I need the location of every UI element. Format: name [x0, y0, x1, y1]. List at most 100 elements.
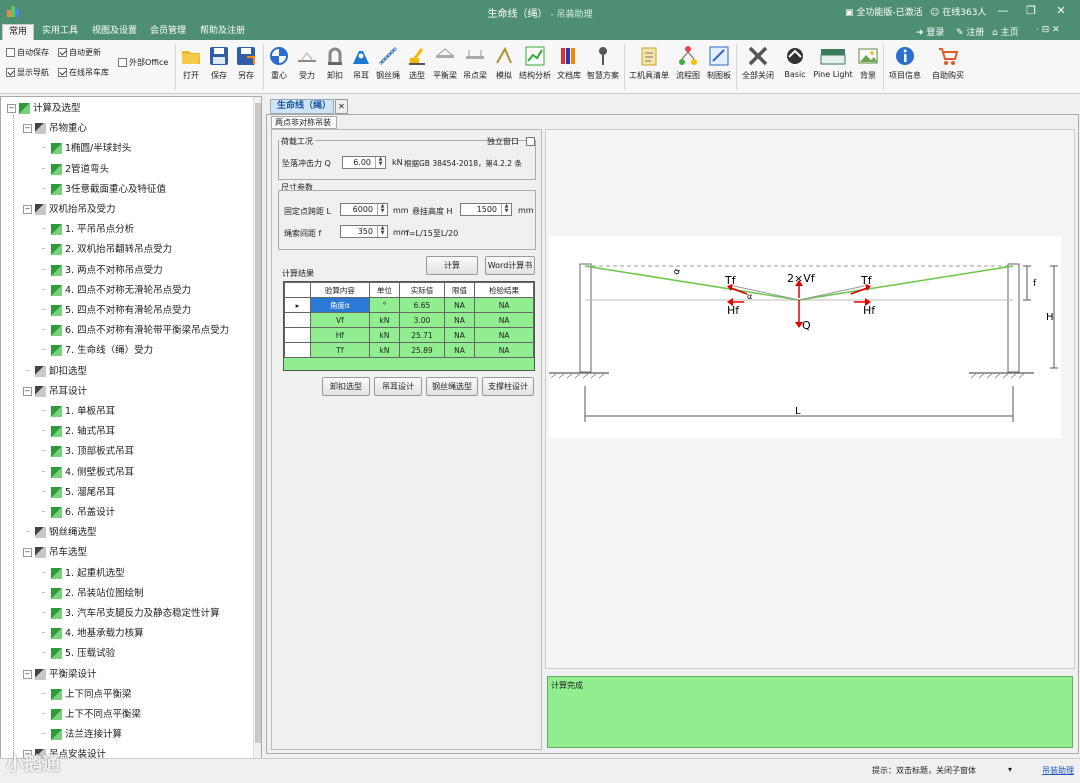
tree-item[interactable]: ╶ 2管道弯头 — [39, 162, 109, 178]
shackle-select-button[interactable]: 卸扣选型 — [322, 377, 370, 396]
table-cell[interactable]: 6.65 — [399, 297, 445, 313]
calculate-button[interactable]: 计算 — [426, 256, 478, 275]
tree-item[interactable]: ╶ 2. 双机抬吊翻转吊点受力 — [39, 242, 172, 258]
table-cell[interactable]: 25.89 — [399, 342, 445, 358]
tab-lifeline[interactable]: 生命线（绳） — [270, 99, 334, 114]
checkbox-box[interactable] — [118, 58, 127, 67]
table-row[interactable]: Hf kN 25.71 NA NA — [284, 327, 534, 343]
force-button[interactable]: 受力 — [294, 43, 320, 91]
login-link[interactable]: ➜ 登录 — [916, 25, 944, 38]
independent-window-checkbox[interactable] — [526, 137, 535, 146]
lug-design-button[interactable]: 吊耳设计 — [374, 377, 422, 396]
row-header[interactable] — [284, 312, 311, 328]
table-cell[interactable]: ° — [368, 297, 401, 313]
tree-item[interactable]: ╶ 法兰连接计算 — [39, 727, 122, 743]
f-input[interactable]: 350 ▲ ▼ — [340, 225, 388, 238]
autoupdate-checkbox[interactable]: 自动更新 — [58, 47, 101, 58]
external-office-checkbox[interactable]: 外部Office — [118, 57, 168, 68]
spreader-beam-button[interactable]: 平衡梁 — [431, 43, 459, 91]
ribbon-controls[interactable]: · ⊟ ✕ — [1036, 25, 1060, 35]
tree-item[interactable]: ╶ 7. 生命线（绳）受力 — [39, 343, 153, 359]
basic-theme-button[interactable]: Basic — [779, 43, 811, 91]
rope-select-button[interactable]: 钢丝绳选型 — [426, 377, 478, 396]
tree-category[interactable]: − 平衡梁设计 — [23, 667, 97, 683]
close-all-button[interactable]: 全部关闭 — [739, 43, 777, 91]
row-header[interactable] — [284, 327, 311, 343]
app-link[interactable]: 吊装助理 — [1042, 765, 1074, 776]
drawing-board-button[interactable]: 制图板 — [704, 43, 734, 91]
tree-item[interactable]: ╶ 5. 四点不对称有滑轮吊点受力 — [39, 303, 191, 319]
close-tab-icon[interactable]: ✕ — [335, 99, 348, 114]
tree-category[interactable]: ╶ 钢丝绳选型 — [23, 525, 97, 541]
spinner-icon[interactable]: ▲ ▼ — [377, 204, 387, 215]
table-cell[interactable]: NA — [474, 327, 534, 343]
shackle-button[interactable]: 卸扣 — [322, 43, 348, 91]
table-cell[interactable]: 25.71 — [399, 327, 445, 343]
scrollbar-thumb[interactable] — [255, 103, 261, 743]
checkbox-box[interactable] — [58, 48, 67, 57]
simulate-button[interactable]: 模拟 — [491, 43, 517, 91]
tree-category[interactable]: − 吊车选型 — [23, 545, 87, 561]
doc-library-button[interactable]: 文档库 — [554, 43, 584, 91]
tree-item[interactable]: ╶ 3任意截面重心及特征值 — [39, 182, 166, 198]
table-cell[interactable]: NA — [474, 312, 534, 328]
tree-category[interactable]: − 吊耳设计 — [23, 384, 87, 400]
collapse-toggle-icon[interactable]: − — [23, 548, 32, 558]
collapse-toggle-icon[interactable]: − — [23, 124, 32, 134]
table-cell[interactable]: 角度α — [310, 297, 370, 313]
flowchart-button[interactable]: 流程图 — [673, 43, 703, 91]
tree-category[interactable]: ╶ 卸扣选型 — [23, 364, 87, 380]
menu-common[interactable]: 常用 — [2, 24, 35, 40]
col-header[interactable]: 实际值 — [399, 282, 445, 298]
spinner-icon[interactable]: ▲ ▼ — [375, 157, 385, 168]
checkbox-box[interactable] — [6, 48, 15, 57]
table-cell[interactable]: Tf — [310, 342, 370, 358]
lug-button[interactable]: 吊耳 — [348, 43, 374, 91]
minimize-button[interactable]: — — [990, 2, 1016, 20]
tree-item[interactable]: ╶ 1. 平吊吊点分析 — [39, 222, 134, 238]
table-cell[interactable]: Hf — [310, 327, 370, 343]
tree-item[interactable]: ╶ 4. 侧壁板式吊耳 — [39, 465, 134, 481]
tree-item[interactable]: ╶ 1. 单板吊耳 — [39, 404, 115, 420]
row-header[interactable] — [284, 342, 311, 358]
column-design-button[interactable]: 支撑柱设计 — [482, 377, 534, 396]
table-cell[interactable]: NA — [443, 327, 476, 343]
pine-light-theme-button[interactable]: Pine Light — [812, 43, 854, 91]
table-cell[interactable]: NA — [474, 342, 534, 358]
table-cell[interactable]: kN — [368, 327, 401, 343]
tree-category[interactable]: − 吊物重心 — [23, 121, 87, 137]
collapse-toggle-icon[interactable]: − — [23, 205, 32, 214]
table-cell[interactable]: kN — [368, 342, 401, 358]
autosave-checkbox[interactable]: 自动保存 — [6, 47, 49, 58]
l-input[interactable]: 6000 ▲ ▼ — [340, 203, 388, 216]
table-cell[interactable]: 3.00 — [399, 312, 445, 328]
lifting-beam-button[interactable]: 吊点梁 — [461, 43, 489, 91]
collapse-toggle-icon[interactable]: − — [23, 669, 32, 679]
tree-item[interactable]: ╶ 6. 吊盖设计 — [39, 505, 115, 521]
table-row[interactable]: ▸ 角度α ° 6.65 NA NA — [284, 297, 534, 313]
results-table[interactable]: 验算内容 单位 实际值 限值 检验结果 ▸ 角度α ° 6.65 NA NA Vf kN 3… — [283, 281, 535, 371]
menu-tools[interactable]: 实用工具 — [36, 24, 84, 40]
col-header[interactable]: 验算内容 — [310, 282, 370, 298]
col-header[interactable]: 单位 — [368, 282, 401, 298]
register-link[interactable]: ✎ 注册 — [956, 25, 984, 38]
tree-item[interactable]: ╶ 6. 四点不对称有滑轮带平衡梁吊点受力 — [39, 323, 229, 339]
menu-help[interactable]: 帮助及注册 — [194, 24, 251, 40]
selection-button[interactable]: 选型 — [404, 43, 430, 91]
h-input[interactable]: 1500 ▲ ▼ — [460, 203, 512, 216]
table-cell[interactable]: kN — [368, 312, 401, 328]
gravity-center-button[interactable]: 重心 — [266, 43, 292, 91]
tree-category[interactable]: − 双机抬吊及受力 — [23, 202, 116, 218]
menu-view-settings[interactable]: 视图及设置 — [86, 24, 143, 40]
row-pointer-icon[interactable]: ▸ — [284, 297, 311, 313]
word-report-button[interactable]: Word计算书 — [485, 256, 535, 275]
tree-item[interactable]: ╶ 1. 起重机选型 — [39, 566, 125, 582]
background-button[interactable]: 背景 — [856, 43, 880, 91]
checkbox-box[interactable] — [6, 68, 15, 77]
subtab-asymmetric[interactable]: 两点非对称吊装 — [271, 116, 337, 129]
tree-item[interactable]: ╶ 上下同点平衡梁 — [39, 687, 132, 703]
tree-item[interactable]: ╶ 5. 溜尾吊耳 — [39, 485, 115, 501]
wire-rope-button[interactable]: 钢丝绳 — [374, 43, 402, 91]
collapse-toggle-icon[interactable]: − — [23, 386, 32, 396]
tree-item[interactable]: ╶ 4. 四点不对称无滑轮吊点受力 — [39, 283, 191, 299]
